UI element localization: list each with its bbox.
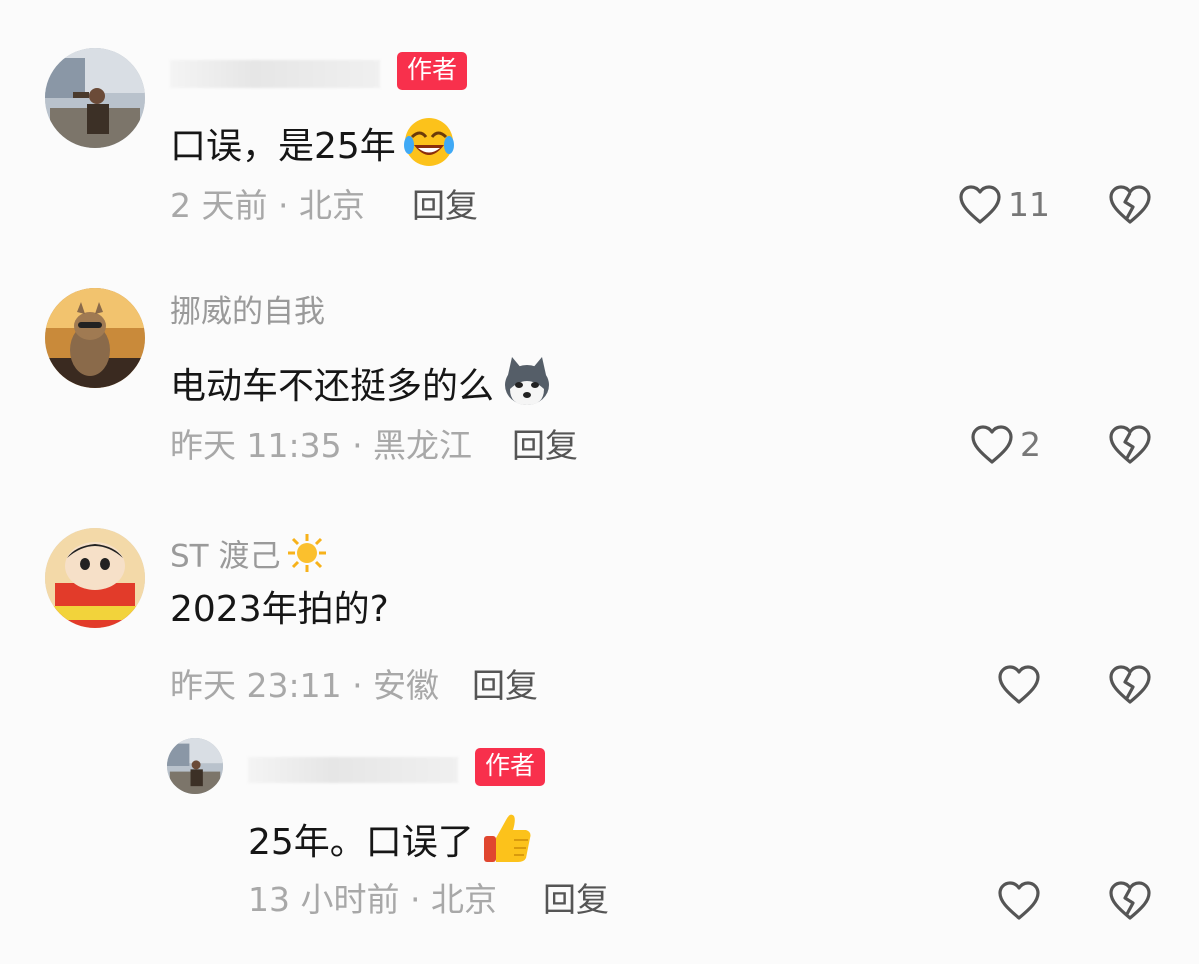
like-button[interactable]: 11 bbox=[958, 184, 1050, 226]
reply-button[interactable]: 回复 bbox=[543, 880, 609, 920]
heart-icon bbox=[959, 185, 1001, 224]
broken-heart-icon bbox=[1109, 881, 1151, 920]
like-button[interactable] bbox=[997, 880, 1041, 922]
comment-text: 电动车不还挺多的么 bbox=[170, 355, 554, 421]
comment-item: 作者 口误，是25年 2 天前 · 北京 回复 11 bbox=[0, 0, 1199, 250]
broken-heart-icon bbox=[1109, 425, 1151, 464]
comment-text-content: 电动车不还挺多的么 bbox=[170, 366, 495, 407]
broken-heart-icon bbox=[1109, 185, 1151, 224]
comment-text-content: 25年。口误了 bbox=[248, 822, 474, 863]
sun-emoji bbox=[286, 532, 328, 584]
author-badge: 作者 bbox=[397, 52, 468, 90]
comment-meta: 2 天前 · 北京 bbox=[170, 186, 365, 225]
like-button[interactable]: 2 bbox=[970, 424, 1041, 466]
avatar[interactable] bbox=[45, 288, 145, 388]
avatar[interactable] bbox=[167, 738, 223, 794]
comment-meta: 13 小时前 · 北京 bbox=[248, 880, 497, 919]
like-count: 2 bbox=[1020, 425, 1041, 464]
author-name[interactable]: 挪威的自我 bbox=[170, 292, 325, 332]
author-name[interactable] bbox=[170, 52, 380, 92]
comment-text: 25年。口误了 bbox=[248, 810, 534, 878]
author-name-text: ST 渡己 bbox=[170, 538, 281, 575]
avatar[interactable] bbox=[45, 48, 145, 148]
comment-text: 口误，是25年 bbox=[170, 115, 456, 181]
comment-meta: 昨天 11:35 · 黑龙江 bbox=[170, 426, 473, 465]
avatar[interactable] bbox=[45, 528, 145, 628]
author-name[interactable]: ST 渡己 bbox=[170, 532, 328, 584]
dislike-button[interactable] bbox=[1108, 424, 1152, 470]
like-count: 11 bbox=[1008, 185, 1050, 224]
heart-icon bbox=[998, 665, 1040, 704]
author-badge: 作者 bbox=[475, 748, 546, 786]
author-name[interactable] bbox=[248, 748, 458, 788]
reply-item: 作者 25年。口误了 13 小时前 · 北京 回复 bbox=[0, 730, 1199, 964]
thumbs-up-emoji bbox=[480, 810, 534, 878]
comment-text-content: 口误，是25年 bbox=[170, 126, 396, 167]
husky-dog-emoji bbox=[500, 355, 554, 421]
broken-heart-icon bbox=[1109, 665, 1151, 704]
dislike-button[interactable] bbox=[1108, 664, 1152, 710]
reply-button[interactable]: 回复 bbox=[412, 186, 478, 226]
comment-item: 挪威的自我 电动车不还挺多的么 昨天 11:35 · 黑龙江 回复 2 bbox=[0, 250, 1199, 490]
dislike-button[interactable] bbox=[1108, 184, 1152, 230]
heart-icon bbox=[998, 881, 1040, 920]
comment-text: 2023年拍的? bbox=[170, 589, 389, 630]
reply-button[interactable]: 回复 bbox=[472, 666, 538, 706]
like-button[interactable] bbox=[997, 664, 1041, 706]
comment-item: ST 渡己 2023年拍的? 昨天 23:11 · 安徽 回复 bbox=[0, 490, 1199, 730]
heart-icon bbox=[971, 425, 1013, 464]
reply-button[interactable]: 回复 bbox=[512, 426, 578, 466]
comment-meta: 昨天 23:11 · 安徽 bbox=[170, 666, 440, 705]
dislike-button[interactable] bbox=[1108, 880, 1152, 926]
rolling-laughing-emoji bbox=[402, 115, 456, 181]
